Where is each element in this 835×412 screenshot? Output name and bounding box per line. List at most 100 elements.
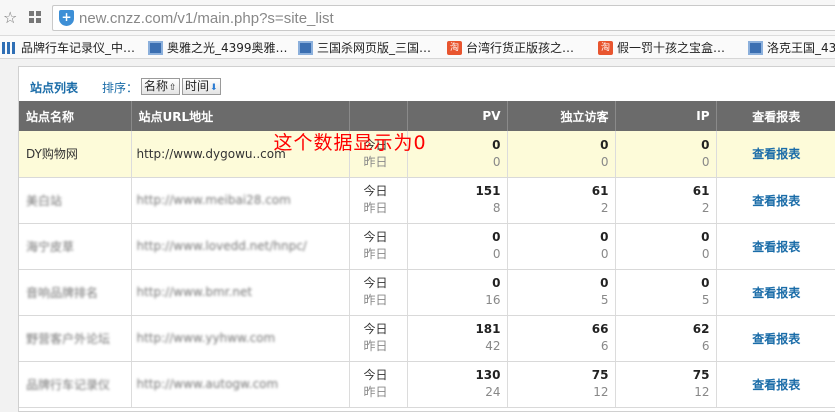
pv-today: 0 xyxy=(492,230,501,244)
view-report-link[interactable]: 查看报表 xyxy=(752,378,800,392)
site-name[interactable]: 美白站 xyxy=(19,177,132,224)
bookmark-item[interactable]: 奥雅之光_4399奥雅… xyxy=(148,39,288,56)
col-header-url[interactable]: 站点URL地址 xyxy=(131,101,350,131)
bar-chart-icon xyxy=(2,42,17,54)
view-report-link[interactable]: 查看报表 xyxy=(752,332,800,346)
uv-cell: 75 12 xyxy=(507,361,616,408)
list-toolbar: 站点列表 排序： 名称⇧ 时间⬇ xyxy=(19,67,835,101)
page-icon xyxy=(748,40,763,55)
sort-by-name-button[interactable]: 名称⇧ xyxy=(141,78,180,95)
ip-cell: 05 xyxy=(615,269,717,316)
report-cell: 查看报表 xyxy=(716,269,835,316)
today-label: 今日 xyxy=(363,322,388,336)
col-header-ip[interactable]: IP xyxy=(615,101,717,131)
yesterday-label: 昨日 xyxy=(363,385,388,399)
col-header-day xyxy=(349,101,408,131)
report-cell: 查看报表 xyxy=(716,223,835,270)
sort-down-icon: ⬇ xyxy=(210,83,218,93)
url-text[interactable]: new.cnzz.com/v1/main.php?s=site_list xyxy=(79,10,334,27)
uv-yesterday: 12 xyxy=(593,385,609,399)
day-labels: 今日 昨日 xyxy=(349,315,408,362)
pv-yesterday: 0 xyxy=(492,154,501,169)
uv-yesterday: 5 xyxy=(600,293,609,307)
bookmark-star-icon[interactable]: ☆ xyxy=(3,8,17,27)
report-cell: 查看报表 xyxy=(716,361,835,408)
yesterday-label: 昨日 xyxy=(363,293,388,307)
site-name[interactable]: 音响品牌排名 xyxy=(19,269,132,316)
table-row: 海宁皮草 http://www.lovedd.net/hnpc/ 今日 昨日 00… xyxy=(19,223,835,270)
bookmark-item[interactable]: 三国杀网页版_三国… xyxy=(298,39,431,56)
pv-today: 151 xyxy=(475,184,501,198)
table-header-row: 站点名称 站点URL地址 PV 独立访客 IP 查看报表 xyxy=(19,101,835,131)
ip-today: 0 xyxy=(701,137,710,152)
sort-label: 排序： xyxy=(102,81,139,95)
today-label: 今日 xyxy=(363,184,388,198)
taobao-icon: 淘 xyxy=(598,40,613,55)
table-row: 品牌行车记录仪 http://www.autogw.com 今日 昨日 130 24… xyxy=(19,361,835,408)
view-report-link[interactable]: 查看报表 xyxy=(752,194,800,208)
bookmark-item[interactable]: 淘 假一罚十孩之宝盒… xyxy=(598,39,725,56)
uv-today: 66 xyxy=(591,322,609,336)
bookmark-label: 假一罚十孩之宝盒… xyxy=(617,41,726,55)
bookmark-item[interactable]: 品牌行车记录仪_中… xyxy=(2,39,135,56)
col-header-pv[interactable]: PV xyxy=(407,101,508,131)
pv-cell: 00 xyxy=(407,223,508,270)
ip-yesterday: 0 xyxy=(701,247,710,261)
apps-grid-icon[interactable] xyxy=(29,11,42,24)
bookmark-label: 台湾行货正版孩之… xyxy=(466,41,575,55)
uv-cell: 05 xyxy=(507,269,616,316)
col-header-name[interactable]: 站点名称 xyxy=(19,101,132,131)
bookmark-item[interactable]: 洛克王国_4399 xyxy=(748,39,835,56)
site-url[interactable]: http://www.dygowu..com 这个数据显示为0 xyxy=(131,131,426,178)
site-table: 站点名称 站点URL地址 PV 独立访客 IP 查看报表 DY购物网 http:… xyxy=(19,101,835,408)
uv-today: 61 xyxy=(591,184,609,198)
view-report-link[interactable]: 查看报表 xyxy=(752,240,800,254)
uv-today: 0 xyxy=(600,137,609,152)
ip-today: 75 xyxy=(692,368,710,382)
taobao-icon: 淘 xyxy=(447,40,462,55)
red-annotation-text: 这个数据显示为0 xyxy=(273,132,427,154)
pv-today: 181 xyxy=(475,322,501,336)
today-label: 今日 xyxy=(363,230,388,244)
site-url[interactable]: http://www.meibai28.com xyxy=(131,177,350,224)
sort-time-label: 时间 xyxy=(185,79,210,93)
view-report-link[interactable]: 查看报表 xyxy=(752,286,800,300)
bookmark-label: 三国杀网页版_三国… xyxy=(317,41,432,55)
ip-cell: 75 12 xyxy=(615,361,717,408)
col-header-uv[interactable]: 独立访客 xyxy=(507,101,616,131)
yesterday-label: 昨日 xyxy=(363,154,388,169)
uv-today: 0 xyxy=(600,230,609,244)
site-url[interactable]: http://www.autogw.com xyxy=(131,361,350,408)
page-icon xyxy=(298,40,313,55)
bookmark-label: 洛克王国_4399 xyxy=(767,41,835,55)
url-input[interactable]: + new.cnzz.com/v1/main.php?s=site_list xyxy=(52,5,835,31)
site-url[interactable]: http://www.yyhww.com xyxy=(131,315,350,362)
site-list-panel: 站点列表 排序： 名称⇧ 时间⬇ 站点名称 站点URL地址 PV 独立访客 IP… xyxy=(18,66,835,412)
report-cell: 查看报表 xyxy=(716,177,835,224)
yesterday-label: 昨日 xyxy=(363,201,388,215)
site-url[interactable]: http://www.bmr.net xyxy=(131,269,350,316)
site-name[interactable]: 野营客户外论坛 xyxy=(19,315,132,362)
uv-today: 75 xyxy=(591,368,609,382)
pv-yesterday: 0 xyxy=(492,247,501,261)
panel-title: 站点列表 xyxy=(30,81,79,95)
col-header-report: 查看报表 xyxy=(716,101,835,131)
sort-name-label: 名称 xyxy=(144,79,169,93)
ip-cell: 62 6 xyxy=(615,315,717,362)
pv-today: 0 xyxy=(492,276,501,290)
bookmark-item[interactable]: 淘 台湾行货正版孩之… xyxy=(447,39,574,56)
sort-up-icon: ⇧ xyxy=(169,83,177,93)
day-labels: 今日 昨日 xyxy=(349,177,408,224)
pv-yesterday: 8 xyxy=(492,201,501,215)
site-name[interactable]: DY购物网 xyxy=(19,131,132,178)
uv-cell: 66 6 xyxy=(507,315,616,362)
view-report-link[interactable]: 查看报表 xyxy=(752,147,800,161)
pv-cell: 130 24 xyxy=(407,361,508,408)
sort-by-time-button[interactable]: 时间⬇ xyxy=(182,78,221,95)
site-name[interactable]: 海宁皮草 xyxy=(19,223,132,270)
ip-cell: 00 xyxy=(615,131,717,178)
table-row: DY购物网 http://www.dygowu..com 这个数据显示为0 今日昨… xyxy=(19,131,835,178)
site-url[interactable]: http://www.lovedd.net/hnpc/ xyxy=(131,223,350,270)
site-name[interactable]: 品牌行车记录仪 xyxy=(19,361,132,408)
bookmark-label: 奥雅之光_4399奥雅… xyxy=(167,41,288,55)
